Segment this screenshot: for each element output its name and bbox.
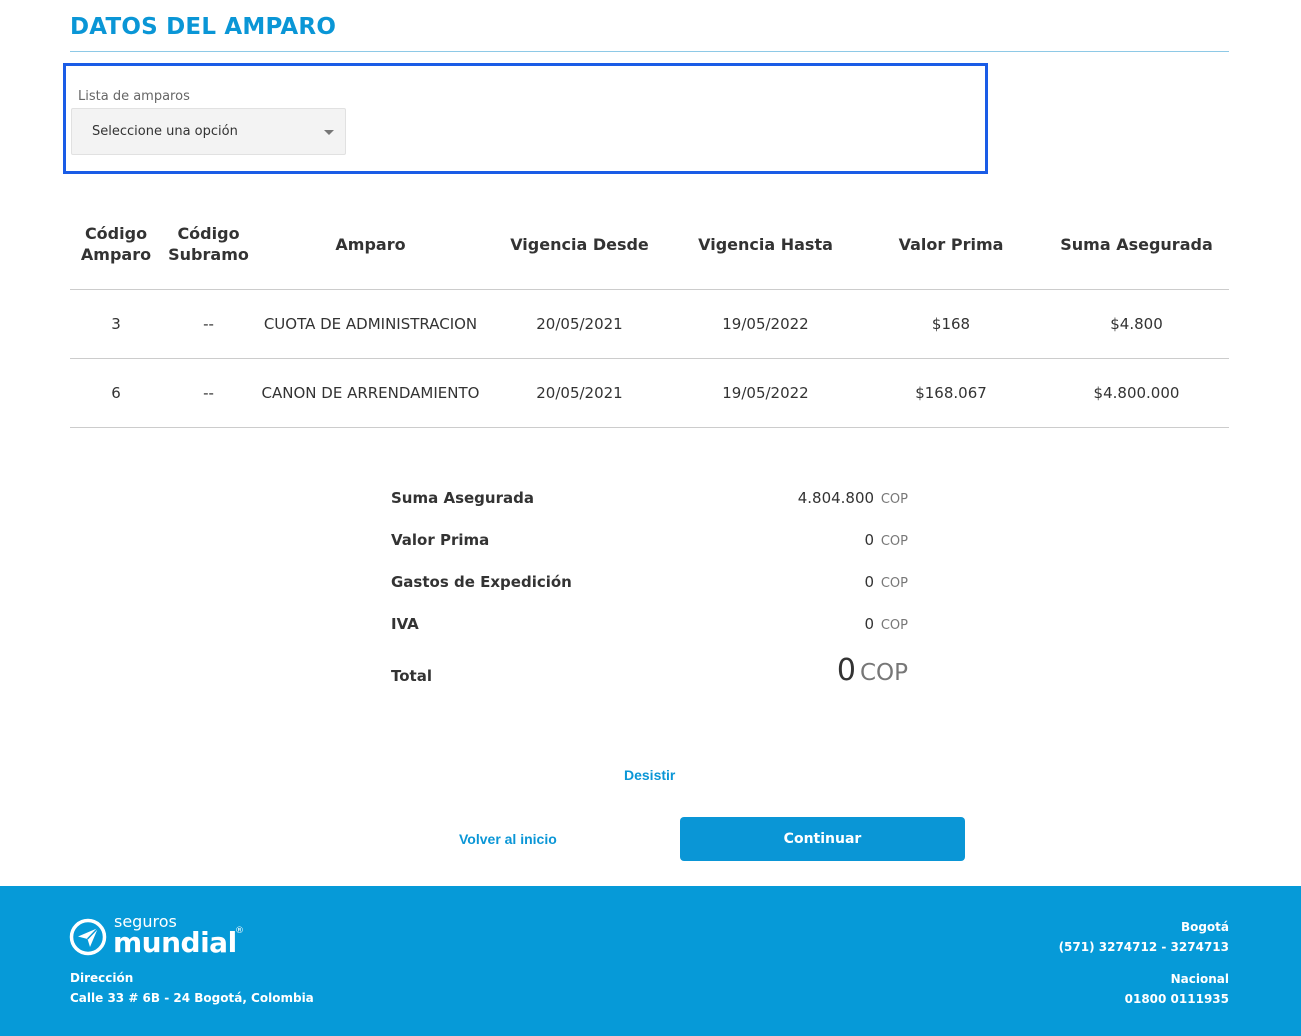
column-header-codigo-amparo: Código Amparo [70, 200, 162, 290]
summary-row-valor-prima: Valor Prima 0 COP [391, 527, 908, 569]
currency-label: COP [859, 660, 908, 686]
summary-label: IVA [391, 615, 419, 633]
summary-label: Suma Asegurada [391, 489, 534, 507]
total-value: 0 COP [837, 653, 908, 688]
logo-text-big: mundial [113, 926, 237, 959]
column-header-vigencia-hasta: Vigencia Hasta [673, 200, 858, 290]
amparo-list-label: Lista de amparos [78, 89, 190, 104]
summary-value: 4.804.800 COP [798, 489, 908, 507]
summary-value: 0 COP [865, 531, 908, 549]
total-amount: 0 [836, 653, 856, 688]
cell-codigo-amparo: 6 [70, 358, 162, 428]
cell-amparo: CUOTA DE ADMINISTRACION [255, 289, 486, 359]
page-title: DATOS DEL AMPARO [70, 14, 337, 40]
address-label: Dirección [70, 971, 134, 985]
summary-row-total: Total 0 COP [391, 653, 908, 717]
totals-summary: Suma Asegurada 4.804.800 COP Valor Prima… [391, 485, 908, 717]
column-header-valor-prima: Valor Prima [858, 200, 1044, 290]
summary-row-iva: IVA 0 COP [391, 611, 908, 653]
summary-amount: 0 [864, 531, 875, 549]
total-label: Total [391, 667, 432, 685]
nacional-label: Nacional [1170, 972, 1229, 986]
summary-amount: 0 [864, 615, 875, 633]
amparo-list-selected-value: Seleccione una opción [92, 124, 238, 139]
summary-row-suma-asegurada: Suma Asegurada 4.804.800 COP [391, 485, 908, 527]
column-header-vigencia-desde: Vigencia Desde [486, 200, 673, 290]
cell-amparo: CANON DE ARRENDAMIENTO [255, 358, 486, 428]
desistir-link[interactable]: Desistir [624, 767, 675, 783]
table-row: 6 -- CANON DE ARRENDAMIENTO 20/05/2021 1… [70, 358, 1229, 428]
currency-label: COP [880, 618, 908, 633]
chevron-down-icon [324, 130, 334, 135]
summary-amount: 0 [864, 573, 875, 591]
seguros-mundial-logo[interactable]: seguros mundial ® [69, 912, 259, 959]
cell-vigencia-hasta: 19/05/2022 [673, 289, 858, 359]
cell-codigo-subramo: -- [162, 358, 255, 428]
bogota-label: Bogotá [1180, 920, 1229, 934]
volver-al-inicio-link[interactable]: Volver al inicio [459, 831, 557, 847]
column-header-codigo-subramo: Código Subramo [162, 200, 255, 290]
registered-mark: ® [235, 926, 244, 936]
title-divider [70, 51, 1229, 52]
cell-vigencia-hasta: 19/05/2022 [673, 358, 858, 428]
paper-plane-icon [69, 918, 107, 956]
column-header-amparo: Amparo [255, 200, 486, 290]
summary-label: Gastos de Expedición [391, 573, 572, 591]
nacional-phone: 01800 0111935 [1124, 992, 1229, 1006]
column-header-suma-asegurada: Suma Asegurada [1044, 200, 1229, 290]
summary-value: 0 COP [865, 573, 908, 591]
cell-suma-asegurada: $4.800.000 [1044, 358, 1229, 428]
cell-codigo-amparo: 3 [70, 289, 162, 359]
site-footer: seguros mundial ® Dirección Calle 33 # 6… [0, 886, 1301, 1036]
cell-valor-prima: $168 [858, 289, 1044, 359]
summary-amount: 4.804.800 [797, 489, 875, 507]
cell-valor-prima: $168.067 [858, 358, 1044, 428]
currency-label: COP [880, 534, 908, 549]
amparo-list-select[interactable]: Seleccione una opción [71, 108, 346, 155]
table-row: 3 -- CUOTA DE ADMINISTRACION 20/05/2021 … [70, 289, 1229, 359]
cell-vigencia-desde: 20/05/2021 [486, 289, 673, 359]
currency-label: COP [880, 492, 908, 507]
continuar-button[interactable]: Continuar [680, 817, 965, 861]
bogota-phone: (571) 3274712 - 3274713 [1058, 940, 1229, 954]
amparo-selector-panel: Lista de amparos Seleccione una opción [63, 63, 988, 174]
summary-label: Valor Prima [391, 531, 490, 549]
table-header-row: Código Amparo Código Subramo Amparo Vigenc… [70, 200, 1229, 290]
cell-suma-asegurada: $4.800 [1044, 289, 1229, 359]
amparos-table: Código Amparo Código Subramo Amparo Vigenc… [70, 200, 1229, 428]
summary-value: 0 COP [865, 615, 908, 633]
cell-codigo-subramo: -- [162, 289, 255, 359]
currency-label: COP [880, 576, 908, 591]
cell-vigencia-desde: 20/05/2021 [486, 358, 673, 428]
address-text: Calle 33 # 6B - 24 Bogotá, Colombia [70, 991, 314, 1005]
summary-row-gastos-expedicion: Gastos de Expedición 0 COP [391, 569, 908, 611]
